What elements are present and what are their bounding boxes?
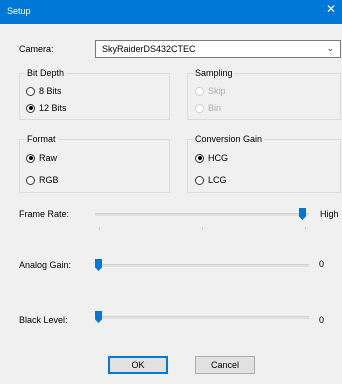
analog-gain-slider-thumb[interactable] [95,259,102,271]
radio-12-bits-label: 12 Bits [39,103,67,113]
ok-button[interactable]: OK [108,356,168,374]
format-legend: Format [25,134,58,144]
black-level-label: Black Level: [19,315,68,325]
frame-rate-tick [305,227,306,230]
radio-12-bits[interactable]: 12 Bits [26,103,67,113]
analog-gain-value: 0 [319,259,325,269]
radio-bin-label: Bin [208,103,222,113]
title-bar: Setup ✕ [0,0,342,24]
camera-select-value: SkyRaiderDS432CTEC [102,44,196,54]
cancel-button[interactable]: Cancel [195,356,255,374]
radio-rgb-indicator [26,175,35,185]
conversion-gain-legend: Conversion Gain [193,134,265,144]
bit-depth-legend: Bit Depth [25,68,67,78]
radio-raw-indicator [26,153,35,163]
radio-12-bits-indicator [26,103,35,113]
chevron-down-icon: ⌄ [326,43,334,53]
analog-gain-track[interactable] [95,264,309,267]
sampling-legend: Sampling [193,68,235,78]
radio-skip-indicator [195,86,204,96]
radio-rgb-label: RGB [39,175,59,185]
radio-hcg[interactable]: HCG [195,153,228,163]
radio-rgb[interactable]: RGB [26,175,59,185]
frame-rate-tick [99,227,100,230]
frame-rate-label: Frame Rate: [19,209,70,219]
radio-8-bits-indicator [26,86,35,96]
window-title: Setup [7,6,31,16]
radio-skip[interactable]: Skip [195,86,226,96]
frame-rate-tick [202,227,203,230]
black-level-track[interactable] [95,316,309,319]
radio-hcg-indicator [195,153,204,163]
black-level-slider-thumb[interactable] [95,311,102,323]
radio-bin[interactable]: Bin [195,103,221,113]
radio-hcg-label: HCG [208,153,228,163]
radio-raw-label: Raw [39,153,58,163]
radio-bin-indicator [195,103,204,113]
radio-8-bits-label: 8 Bits [39,86,62,96]
radio-lcg-label: LCG [208,175,227,185]
camera-label: Camera: [19,44,54,54]
radio-raw[interactable]: Raw [26,153,57,163]
radio-skip-label: Skip [208,86,226,96]
frame-rate-slider-thumb[interactable] [299,208,306,220]
radio-lcg[interactable]: LCG [195,175,227,185]
frame-rate-value: High [320,209,339,219]
black-level-value: 0 [319,315,325,325]
camera-select[interactable]: SkyRaiderDS432CTEC ⌄ [95,40,341,58]
frame-rate-track[interactable] [95,213,309,216]
radio-lcg-indicator [195,175,204,185]
radio-8-bits[interactable]: 8 Bits [26,86,62,96]
close-icon[interactable]: ✕ [320,2,342,16]
analog-gain-label: Analog Gain: [19,260,72,270]
